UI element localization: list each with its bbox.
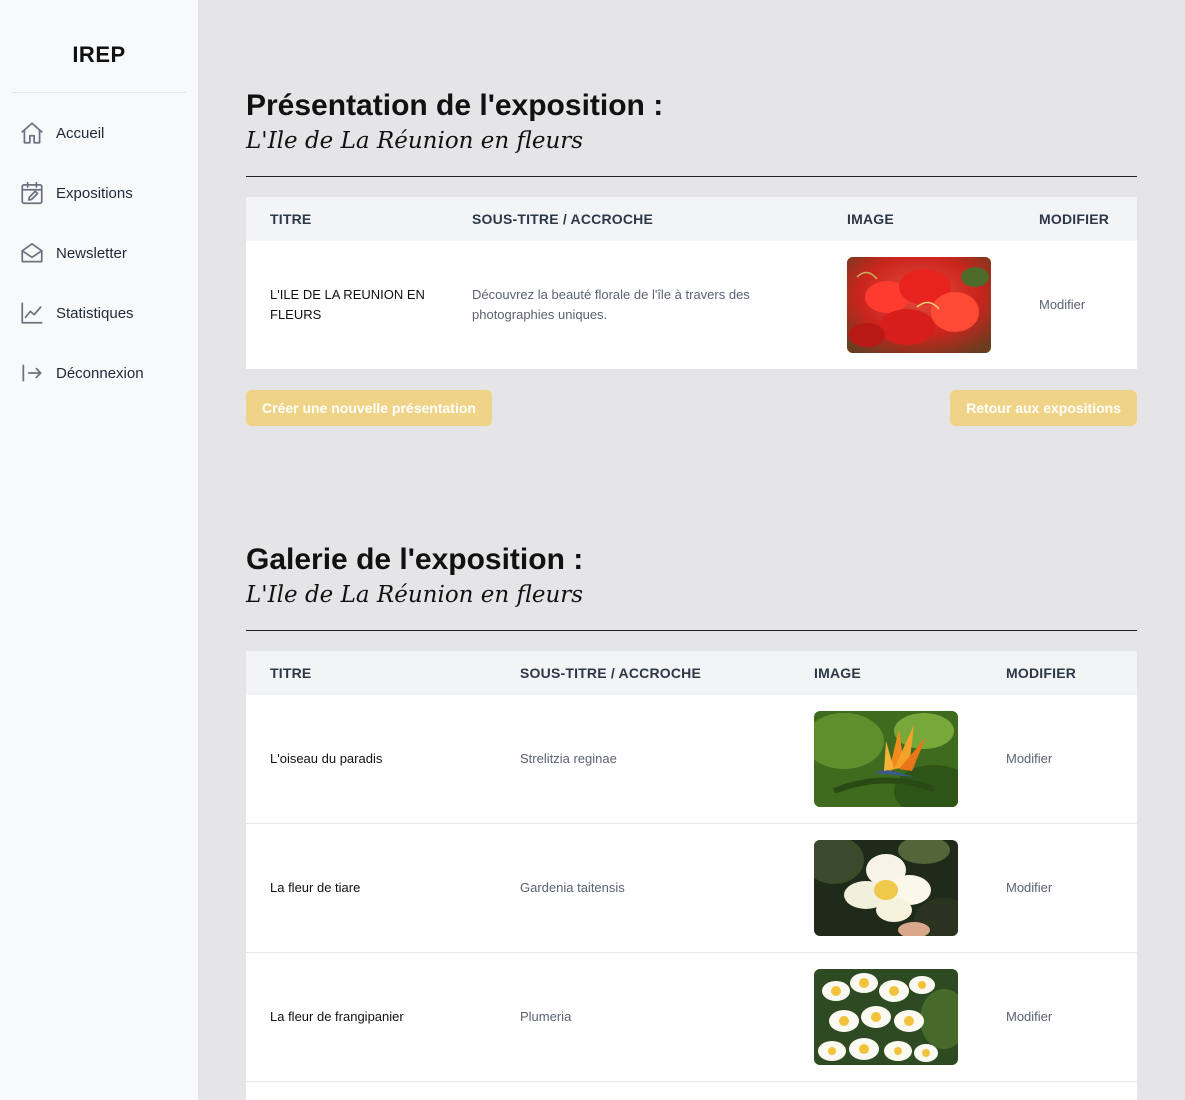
row-title: L'ILE DE LA REUNION EN FLEURS xyxy=(270,287,425,322)
edit-link[interactable]: Modifier xyxy=(982,749,1137,769)
column-header-title: Titre xyxy=(270,665,312,681)
logout-icon xyxy=(18,359,46,387)
brand-logo[interactable]: IREP xyxy=(0,42,198,68)
frangipani-flower-image xyxy=(814,969,958,1065)
section-divider xyxy=(246,630,1137,631)
row-subtitle: Gardenia taitensis xyxy=(520,880,625,895)
sidebar-nav: Accueil Expositions Newsletter Statistiq… xyxy=(0,103,198,403)
row-image-cell xyxy=(790,711,982,807)
sidebar-item-expositions[interactable]: Expositions xyxy=(0,163,198,223)
edit-link[interactable]: Modifier xyxy=(1015,295,1137,315)
sidebar-item-label: Statistiques xyxy=(56,304,134,322)
home-icon xyxy=(18,119,46,147)
gallery-title: Galerie de l'exposition : xyxy=(246,543,584,576)
table-row: La fleur de frangipanier Plumeria Modifi… xyxy=(246,953,1137,1082)
table-row: La fleur de tiare Gardenia taitensis Mod… xyxy=(246,824,1137,953)
bird-of-paradise-image xyxy=(814,711,958,807)
row-subtitle: Strelitzia reginae xyxy=(520,751,617,766)
gallery-table: Titre Sous-titre / Accroche Image Modifi… xyxy=(246,651,1137,1100)
row-title: La fleur de tiare xyxy=(270,880,361,895)
table-header: Titre Sous-titre / Accroche Image Modifi… xyxy=(246,651,1137,695)
sidebar-item-label: Expositions xyxy=(56,184,133,202)
sidebar-item-statistiques[interactable]: Statistiques xyxy=(0,283,198,343)
back-to-exhibitions-button[interactable]: Retour aux expositions xyxy=(950,390,1137,426)
row-image-cell xyxy=(790,969,982,1065)
row-image-cell xyxy=(790,840,982,936)
tiare-flower-image xyxy=(814,840,958,936)
sidebar-divider xyxy=(12,92,186,93)
create-presentation-button[interactable]: Créer une nouvelle présentation xyxy=(246,390,492,426)
row-title: L'oiseau du paradis xyxy=(270,751,383,766)
exhibition-subtitle: L'Ile de La Réunion en fleurs xyxy=(246,582,584,608)
action-bar: Créer une nouvelle présentation Retour a… xyxy=(246,390,1137,426)
edit-link[interactable]: Modifier xyxy=(982,878,1137,898)
column-header-subtitle: Sous-titre / Accroche xyxy=(472,211,654,227)
envelope-open-icon xyxy=(18,239,46,267)
presentation-table: Titre Sous-titre / Accroche Image Modifi… xyxy=(246,197,1137,369)
calendar-edit-icon xyxy=(18,179,46,207)
column-header-image: Image xyxy=(814,665,861,681)
edit-link[interactable]: Modifier xyxy=(982,1007,1137,1027)
table-row: L'ILE DE LA REUNION EN FLEURS Découvrez … xyxy=(246,241,1137,369)
sidebar-item-label: Newsletter xyxy=(56,244,127,262)
column-header-image: Image xyxy=(847,211,894,227)
row-subtitle: Découvrez la beauté florale de l'île à t… xyxy=(472,287,750,322)
sidebar-item-label: Déconnexion xyxy=(56,364,144,382)
line-chart-icon xyxy=(18,299,46,327)
column-header-subtitle: Sous-titre / Accroche xyxy=(520,665,702,681)
sidebar-item-deconnexion[interactable]: Déconnexion xyxy=(0,343,198,403)
row-title: La fleur de frangipanier xyxy=(270,1009,404,1024)
table-header: Titre Sous-titre / Accroche Image Modifi… xyxy=(246,197,1137,241)
row-subtitle: Plumeria xyxy=(520,1009,572,1024)
page-title: Présentation de l'exposition : xyxy=(246,89,664,122)
gallery-section: Galerie de l'exposition : L'Ile de La Ré… xyxy=(246,542,1137,1100)
table-row xyxy=(246,1082,1137,1100)
sidebar-item-newsletter[interactable]: Newsletter xyxy=(0,223,198,283)
section-divider xyxy=(246,176,1137,177)
table-row: L'oiseau du paradis Strelitzia reginae M… xyxy=(246,695,1137,824)
column-header-title: Titre xyxy=(270,211,312,227)
sidebar-item-label: Accueil xyxy=(56,124,105,142)
column-header-edit: Modifier xyxy=(1006,665,1077,681)
presentation-section: Présentation de l'exposition : L'Ile de … xyxy=(246,88,1137,426)
exhibition-subtitle: L'Ile de La Réunion en fleurs xyxy=(246,128,584,154)
column-header-edit: Modifier xyxy=(1039,211,1110,227)
flamboyant-flower-image xyxy=(847,257,991,353)
sidebar-item-accueil[interactable]: Accueil xyxy=(0,103,198,163)
sidebar: IREP Accueil Expositions Newsletter Stat… xyxy=(0,0,198,1100)
row-image-cell xyxy=(823,257,1015,353)
